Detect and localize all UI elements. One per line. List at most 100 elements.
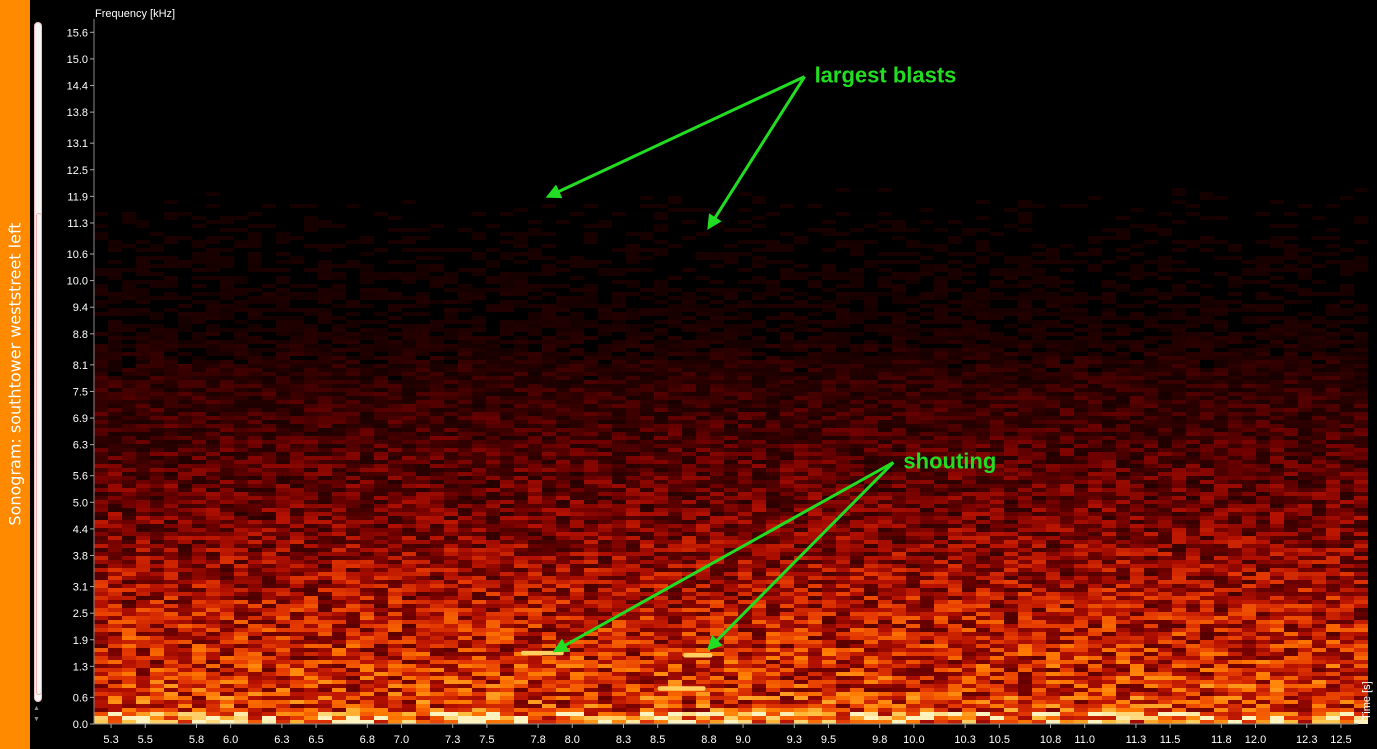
spectrogram-cell — [1312, 576, 1326, 580]
spectrogram-cell — [668, 556, 682, 560]
spectrogram-cell — [108, 576, 122, 580]
spectrogram-cell — [528, 672, 542, 676]
spectrogram-cell — [1326, 696, 1340, 700]
spectrogram-cell — [976, 696, 990, 700]
spectrogram-cell — [640, 668, 654, 672]
spectrogram-cell — [570, 676, 584, 680]
spectrogram-cell — [472, 512, 486, 516]
spectrogram-cell — [1214, 532, 1228, 536]
spectrogram-cell — [262, 508, 276, 512]
spectrogram-cell — [234, 612, 248, 616]
spectrogram-cell — [500, 524, 514, 528]
spectrogram-cell — [920, 508, 934, 512]
spectrogram-cell — [1312, 616, 1326, 620]
spectrogram-cell — [598, 516, 612, 520]
spectrogram-cell — [514, 608, 528, 612]
spectrogram-cell — [598, 592, 612, 596]
spectrogram-cell — [220, 712, 234, 716]
spectrogram-cell — [122, 592, 136, 596]
spectrogram-cell — [1004, 588, 1018, 592]
spectrogram-cell — [1214, 648, 1228, 652]
spectrogram-cell — [612, 636, 626, 640]
spectrogram-cell — [1130, 528, 1144, 532]
spectrogram-cell — [1214, 700, 1228, 704]
spectrogram-cell — [1004, 532, 1018, 536]
spectrogram-cell — [1046, 552, 1060, 556]
spectrogram-cell — [416, 720, 430, 724]
spectrogram-cell — [136, 640, 150, 644]
spectrogram-cell — [906, 584, 920, 588]
spectrogram-cell — [290, 632, 304, 636]
spectrogram-cell — [1298, 696, 1312, 700]
spectrogram-cell — [780, 592, 794, 596]
spectrogram-cell — [626, 552, 640, 556]
spectrogram-cell — [500, 680, 514, 684]
spectrogram-cell — [640, 628, 654, 632]
spectrogram-cell — [962, 676, 976, 680]
spectrogram-cell — [1214, 708, 1228, 712]
spectrogram-cell — [864, 644, 878, 648]
spectrogram-cell — [682, 564, 696, 568]
spectrogram-cell — [304, 568, 318, 572]
spectrogram-cell — [234, 532, 248, 536]
spectrogram-cell — [346, 512, 360, 516]
spectrogram-cell — [612, 584, 626, 588]
spectrogram-cell — [234, 592, 248, 596]
spectrogram-cell — [570, 608, 584, 612]
spectrogram-cell — [192, 708, 206, 712]
spectrogram-cell — [262, 696, 276, 700]
spectrogram-cell — [136, 676, 150, 680]
spectrogram-cell — [612, 704, 626, 708]
spectrogram-cell — [108, 596, 122, 600]
spectrogram-cell — [626, 656, 640, 660]
spectrogram-cell — [164, 588, 178, 592]
spectrogram-cell — [808, 588, 822, 592]
spectrogram-cell — [976, 536, 990, 540]
spectrogram-cell — [192, 664, 206, 668]
spectrogram-cell — [794, 636, 808, 640]
spectrogram-cell — [668, 716, 682, 720]
spectrogram-cell — [514, 552, 528, 556]
spectrogram-cell — [514, 720, 528, 724]
spectrogram-cell — [1130, 692, 1144, 696]
spectrogram-cell — [542, 592, 556, 596]
spectrogram-cell — [1018, 716, 1032, 720]
spectrogram-cell — [1158, 636, 1172, 640]
spectrogram-cell — [528, 616, 542, 620]
spectrogram-cell — [1158, 680, 1172, 684]
spectrogram-cell — [1340, 648, 1354, 652]
spectrogram-cell — [304, 664, 318, 668]
spectrogram-cell — [850, 608, 864, 612]
spectrogram-cell — [528, 704, 542, 708]
spectrogram-cell — [752, 636, 766, 640]
spectrogram-cell — [276, 640, 290, 644]
spectrogram-cell — [906, 600, 920, 604]
spectrogram-cell — [990, 604, 1004, 608]
spectrogram-cell — [1074, 680, 1088, 684]
spectrogram-cell — [1018, 652, 1032, 656]
spectrogram-cell — [570, 700, 584, 704]
spectrogram-cell — [1102, 528, 1116, 532]
spectrogram-cell — [206, 596, 220, 600]
spectrogram-cell — [738, 532, 752, 536]
spectrogram-cell — [374, 612, 388, 616]
spectrogram-cell — [570, 512, 584, 516]
spectrogram-cell — [836, 656, 850, 660]
spectrogram-cell — [150, 544, 164, 548]
spectrogram-cell — [290, 664, 304, 668]
spectrogram-cell — [584, 668, 598, 672]
spectrogram-cell — [108, 644, 122, 648]
spectrogram-cell — [472, 528, 486, 532]
spectrogram-cell — [1172, 576, 1186, 580]
spectrogram-cell — [1004, 540, 1018, 544]
spectrogram-cell — [276, 516, 290, 520]
spectrogram-cell — [654, 712, 668, 716]
spectrogram-cell — [1228, 660, 1242, 664]
spectrogram-cell — [1214, 636, 1228, 640]
spectrogram-cell — [444, 572, 458, 576]
spectrogram-cell — [1046, 720, 1060, 724]
spectrogram-cell — [556, 632, 570, 636]
spectrogram-cell — [1200, 544, 1214, 548]
spectrogram-cell — [654, 656, 668, 660]
spectrogram-cell — [1088, 564, 1102, 568]
